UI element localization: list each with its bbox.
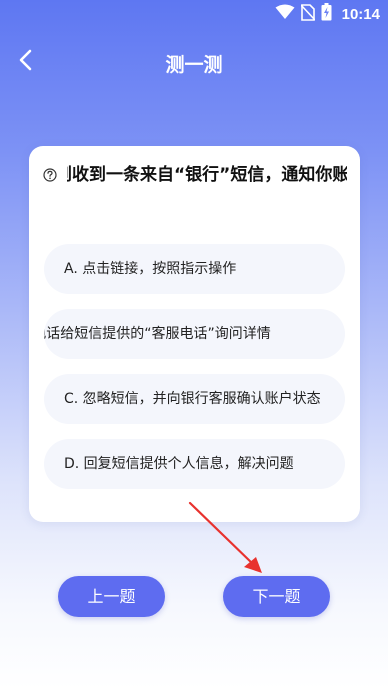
option-b[interactable]: A. 电话给短信提供的“客服电话”询问详情: [44, 309, 345, 359]
question-card: 到收到一条来自“银行”短信，通知你账 A. 点击链接，按照指示操作 A. 电话给…: [29, 146, 360, 522]
no-sim-icon: [300, 3, 316, 25]
status-icons: 10:14: [275, 3, 380, 25]
status-bar: 10:14: [0, 0, 388, 28]
question-circle-icon[interactable]: [43, 168, 57, 182]
next-question-button[interactable]: 下一题: [223, 576, 330, 617]
question-text: 到收到一条来自“银行”短信，通知你账: [67, 165, 347, 185]
annotation-arrow-icon: [188, 501, 262, 573]
option-label: C. 忽略短信，并向银行客服确认账户状态: [64, 391, 321, 407]
prev-question-button[interactable]: 上一题: [58, 576, 165, 617]
option-label: D. 回复短信提供个人信息，解决问题: [64, 456, 294, 472]
option-c[interactable]: C. 忽略短信，并向银行客服确认账户状态: [44, 374, 345, 424]
option-a[interactable]: A. 点击链接，按照指示操作: [44, 244, 345, 294]
status-time: 10:14: [341, 5, 380, 23]
battery-charging-icon: [321, 3, 332, 25]
option-label: A. 电话给短信提供的“客服电话”询问详情: [44, 326, 271, 342]
app-header: 测一测: [0, 38, 388, 86]
question-row: 到收到一条来自“银行”短信，通知你账: [43, 162, 347, 188]
wifi-icon: [275, 4, 295, 24]
option-label: A. 点击链接，按照指示操作: [64, 261, 237, 277]
option-d[interactable]: D. 回复短信提供个人信息，解决问题: [44, 439, 345, 489]
question-marquee: 到收到一条来自“银行”短信，通知你账: [67, 162, 347, 188]
page-title: 测一测: [165, 54, 223, 76]
